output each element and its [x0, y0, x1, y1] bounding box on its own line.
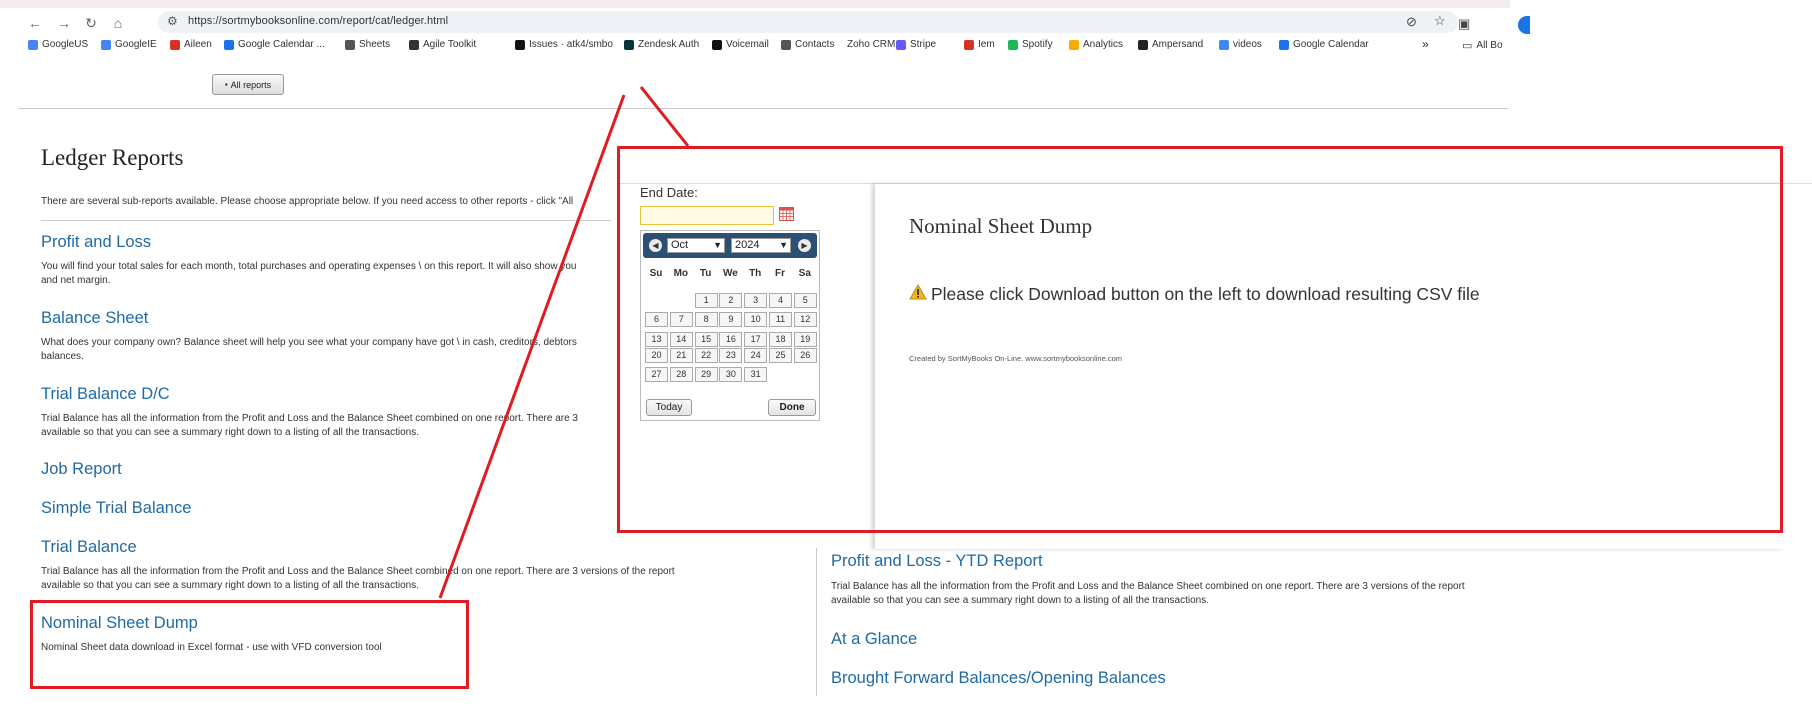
- callout-connector-lines: [438, 86, 690, 599]
